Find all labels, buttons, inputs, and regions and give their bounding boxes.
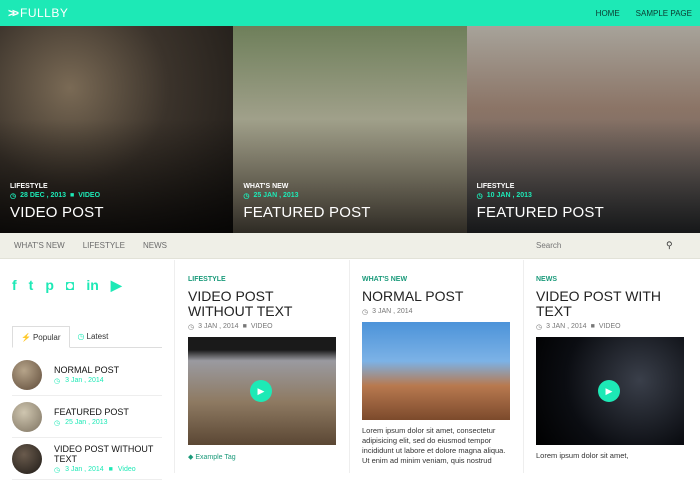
social-links: f t p ◘ in ▶ — [12, 274, 162, 296]
sidebar-tabs: ⚡ Popular ◷ Latest — [12, 326, 162, 348]
linkedin-icon[interactable]: in — [86, 277, 98, 293]
post-card-3: NEWS VIDEO POST WITH TEXT ◷ 3 JAN , 2014 ■… — [524, 260, 698, 473]
hero-slide-3[interactable]: LIFESTYLE ◷ 10 JAN , 2013 FEATURED POST — [466, 26, 700, 233]
list-item-title[interactable]: VIDEO POST WITHOUT TEXT — [54, 444, 162, 464]
post-date: 3 JAN , 2014 — [198, 323, 239, 330]
clock-icon: ◷ — [476, 193, 483, 200]
clock-icon: ◷ — [362, 309, 369, 316]
play-icon[interactable]: ▶ — [250, 380, 272, 402]
list-item[interactable]: VIDEO POST WITHOUT TEXT ◷ 3 Jan , 2014 ■ Vi… — [12, 438, 162, 480]
video-camera-icon: ■ — [242, 323, 247, 330]
hero-date: 25 JAN , 2013 — [253, 192, 299, 199]
nav-home[interactable]: HOME — [596, 9, 620, 18]
clock-icon: ◷ — [54, 466, 61, 474]
post-tag[interactable]: Example Tag — [195, 454, 235, 461]
play-icon[interactable]: ▶ — [598, 380, 620, 402]
list-item-type: Video — [117, 465, 136, 473]
clock-icon: ◷ — [77, 332, 85, 341]
hero-category[interactable]: LIFESTYLE — [477, 183, 604, 190]
top-nav: HOME SAMPLE PAGE — [596, 9, 692, 18]
hero-title[interactable]: FEATURED POST — [243, 204, 370, 221]
post-excerpt: Lorem ipsum dolor sit amet, consectetur … — [362, 426, 506, 465]
logo-text: FULLBY — [20, 6, 69, 20]
post-category[interactable]: LIFESTYLE — [188, 276, 337, 283]
search-input[interactable] — [536, 241, 666, 250]
list-item-date: 3 Jan , 2014 — [65, 465, 104, 473]
logo-chevrons-icon: >> — [8, 6, 19, 20]
clock-icon: ◷ — [536, 324, 543, 331]
tag-icon: ◆ — [188, 454, 194, 461]
hero-date: 10 JAN , 2013 — [486, 192, 532, 199]
post-image[interactable] — [362, 322, 510, 420]
hero-type: VIDEO — [78, 192, 101, 199]
post-excerpt: Lorem ipsum dolor sit amet, — [536, 451, 629, 460]
list-item[interactable]: FEATURED POST ◷ 25 Jan , 2013 — [12, 396, 162, 438]
tab-popular[interactable]: ⚡ Popular — [12, 326, 70, 348]
post-video-thumbnail[interactable]: ▶ — [536, 337, 684, 445]
logo[interactable]: >> FULLBY — [8, 6, 68, 20]
post-title[interactable]: VIDEO POST WITH TEXT — [536, 289, 686, 319]
popular-list: NORMAL POST ◷ 3 Jan , 2014 FEATURED POST … — [12, 354, 162, 480]
post-type: VIDEO — [598, 323, 621, 330]
category-link-lifestyle[interactable]: LIFESTYLE — [83, 241, 125, 250]
post-card-1: LIFESTYLE VIDEO POST WITHOUT TEXT ◷ 3 JAN… — [176, 260, 350, 473]
post-card-2: WHAT'S NEW NORMAL POST ◷ 3 JAN , 2014 Lor… — [350, 260, 524, 473]
category-link-news[interactable]: NEWS — [143, 241, 167, 250]
list-item-date: 3 Jan , 2014 — [65, 376, 104, 384]
hero-slider: LIFESTYLE ◷ 28 DEC , 2013 ■ VIDEO VIDEO … — [0, 26, 700, 233]
video-camera-icon: ■ — [70, 192, 75, 199]
youtube-icon[interactable]: ▶ — [111, 277, 122, 294]
post-video-thumbnail[interactable]: ▶ — [188, 337, 336, 445]
nav-sample-page[interactable]: SAMPLE PAGE — [636, 9, 692, 18]
hero-slide-1[interactable]: LIFESTYLE ◷ 28 DEC , 2013 ■ VIDEO VIDEO … — [0, 26, 234, 233]
post-type: VIDEO — [250, 323, 273, 330]
search-box: ⚲ — [536, 240, 686, 251]
top-bar: >> FULLBY HOME SAMPLE PAGE — [0, 0, 700, 26]
bolt-icon: ⚡ — [21, 333, 31, 342]
post-title[interactable]: NORMAL POST — [362, 289, 511, 304]
list-item-title[interactable]: FEATURED POST — [54, 407, 129, 417]
post-thumbnail[interactable] — [12, 443, 42, 474]
list-item[interactable]: NORMAL POST ◷ 3 Jan , 2014 — [12, 354, 162, 396]
hero-date: 28 DEC , 2013 — [20, 192, 67, 199]
hero-category[interactable]: WHAT'S NEW — [243, 183, 370, 190]
hero-title[interactable]: FEATURED POST — [477, 204, 604, 221]
video-camera-icon: ■ — [108, 465, 113, 473]
post-date: 3 JAN , 2014 — [546, 323, 587, 330]
list-item-date: 25 Jan , 2013 — [65, 418, 108, 426]
tab-latest[interactable]: ◷ Latest — [70, 326, 117, 347]
facebook-icon[interactable]: f — [12, 277, 17, 293]
hero-category[interactable]: LIFESTYLE — [10, 183, 104, 190]
sidebar: f t p ◘ in ▶ ⚡ Popular ◷ Latest NORMAL POS… — [0, 260, 175, 480]
post-category[interactable]: WHAT'S NEW — [362, 276, 511, 283]
category-link-whats-new[interactable]: WHAT'S NEW — [14, 241, 65, 250]
post-category[interactable]: NEWS — [536, 276, 686, 283]
post-date: 3 JAN , 2014 — [372, 308, 413, 315]
post-title[interactable]: VIDEO POST WITHOUT TEXT — [188, 289, 337, 319]
pinterest-icon[interactable]: p — [45, 277, 54, 293]
clock-icon: ◷ — [243, 193, 250, 200]
search-icon[interactable]: ⚲ — [666, 240, 673, 251]
hero-slide-2[interactable]: WHAT'S NEW ◷ 25 JAN , 2013 FEATURED POST — [233, 26, 467, 233]
video-camera-icon: ■ — [590, 323, 595, 330]
instagram-icon[interactable]: ◘ — [66, 277, 74, 293]
clock-icon: ◷ — [54, 377, 61, 385]
hero-title[interactable]: VIDEO POST — [10, 204, 104, 221]
post-thumbnail[interactable] — [12, 359, 42, 390]
clock-icon: ◷ — [10, 193, 17, 200]
twitter-icon[interactable]: t — [29, 277, 34, 293]
list-item-title[interactable]: NORMAL POST — [54, 365, 119, 375]
clock-icon: ◷ — [54, 419, 61, 427]
category-bar: WHAT'S NEW LIFESTYLE NEWS ⚲ — [0, 233, 700, 259]
post-thumbnail[interactable] — [12, 401, 42, 432]
clock-icon: ◷ — [188, 324, 195, 331]
